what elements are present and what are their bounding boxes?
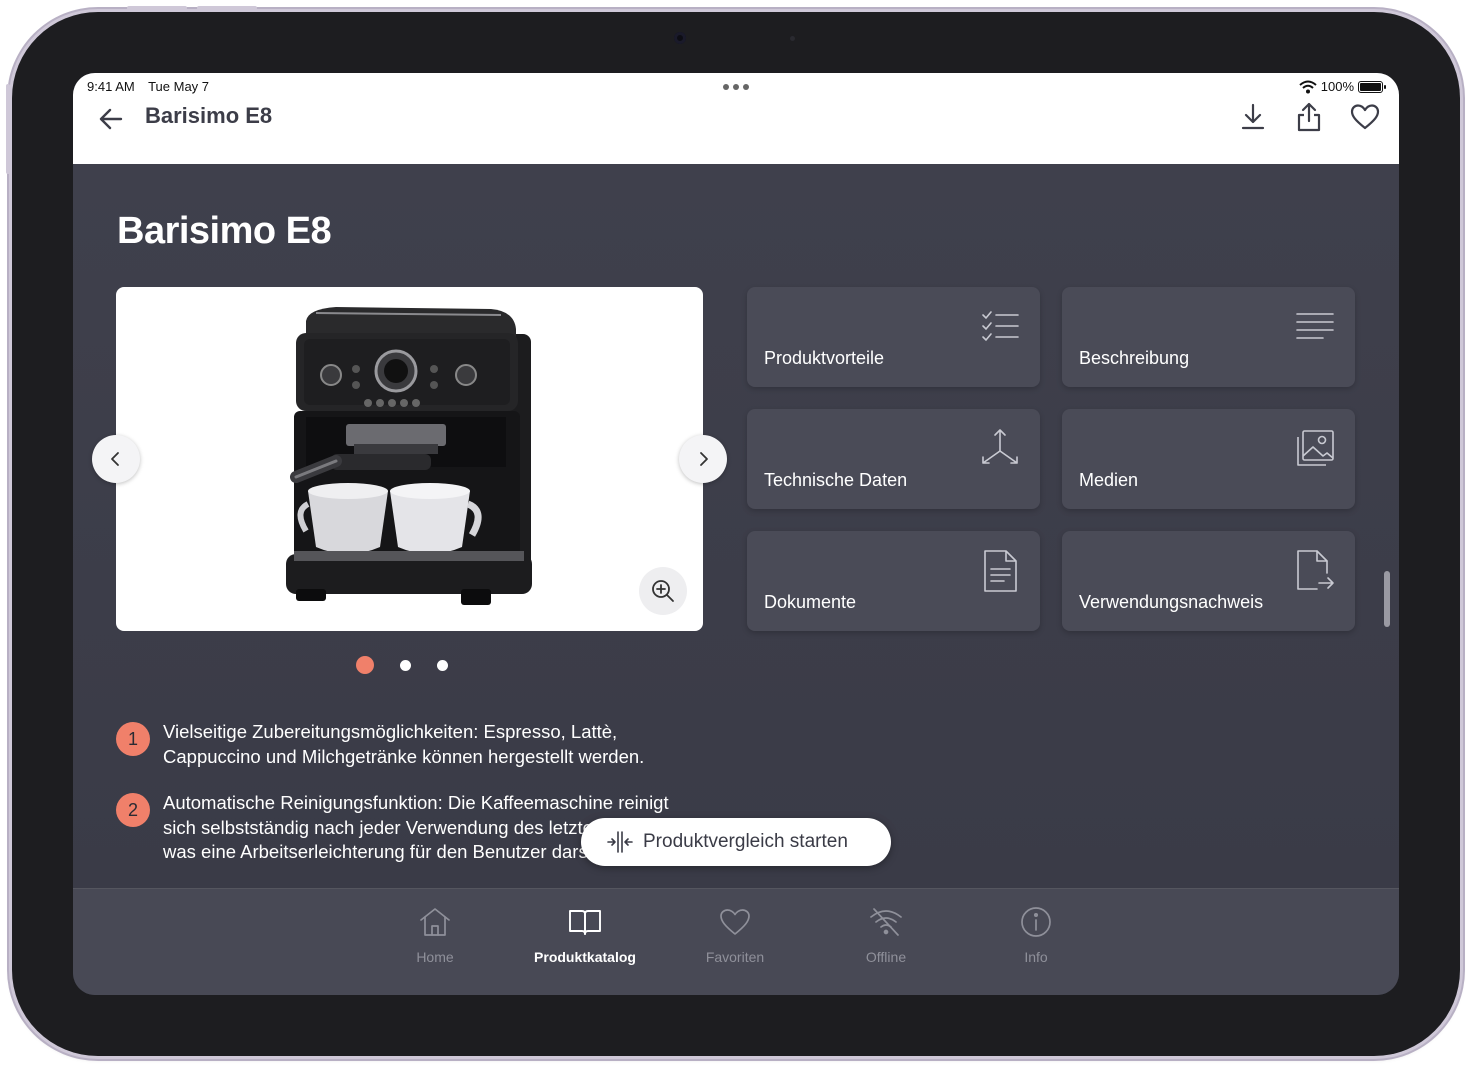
feature-item: 1 Vielseitige Zubereitungsmöglichkeiten:… <box>116 720 716 769</box>
info-icon <box>1021 907 1051 937</box>
nav-title: Barisimo E8 <box>145 103 273 128</box>
tile-technische-daten[interactable]: Technische Daten <box>747 409 1040 509</box>
compare-icon <box>607 831 633 853</box>
axes-3d-icon <box>982 429 1018 464</box>
pager-dot-2[interactable] <box>400 659 411 671</box>
tile-label: Beschreibung <box>1079 348 1190 368</box>
product-compare-button[interactable]: Produktvergleich starten <box>581 818 891 866</box>
section-tiles: Produktvorteile Beschreibung Technische … <box>747 287 1355 631</box>
bottom-tab-bar: Home Produktkatalog Favoriten Offline In… <box>73 888 1399 995</box>
tile-verwendungsnachweis[interactable]: Verwendungsnachweis <box>1062 531 1355 631</box>
carousel-pager <box>356 656 448 674</box>
carousel-next-button[interactable] <box>679 435 727 483</box>
tile-beschreibung[interactable]: Beschreibung <box>1062 287 1355 387</box>
feature-number-badge: 1 <box>116 722 150 756</box>
battery-icon <box>1358 80 1386 93</box>
top-bar: 9:41 AM Tue May 7 100% Barisimo E8 <box>73 73 1399 164</box>
tab-label: Home <box>416 949 454 965</box>
tab-info[interactable]: Info <box>971 905 1101 965</box>
share-icon[interactable] <box>1293 101 1325 133</box>
device-button <box>6 84 10 174</box>
espresso-machine-image <box>286 307 532 605</box>
tile-label: Verwendungsnachweis <box>1079 592 1264 612</box>
app-screen: 9:41 AM Tue May 7 100% Barisimo E8 Baris… <box>73 73 1399 995</box>
checklist-icon <box>982 311 1019 342</box>
chevron-left-icon <box>111 452 119 466</box>
document-export-icon <box>1297 550 1334 590</box>
tab-label: Offline <box>865 949 907 965</box>
tile-label: Produktvorteile <box>764 348 885 368</box>
content-area[interactable]: Barisimo E8 Produktvorteile Beschreibung… <box>73 164 1399 888</box>
wifi-icon <box>1299 80 1317 93</box>
pager-dot-3[interactable] <box>437 659 448 671</box>
tab-label: Favoriten <box>705 949 765 965</box>
status-time: 9:41 AM <box>87 79 135 94</box>
device-button <box>127 6 187 10</box>
chevron-right-icon <box>700 452 708 466</box>
tab-label: Info <box>1024 949 1048 965</box>
scrollbar-indicator[interactable] <box>1384 571 1390 627</box>
media-gallery-icon <box>1297 430 1334 466</box>
wifi-off-icon <box>870 908 902 936</box>
front-camera <box>674 32 686 44</box>
tab-produktkatalog[interactable]: Produktkatalog <box>520 905 650 965</box>
book-icon <box>569 910 601 935</box>
document-icon <box>984 550 1017 592</box>
carousel-prev-button[interactable] <box>92 435 140 483</box>
tile-medien[interactable]: Medien <box>1062 409 1355 509</box>
zoom-in-icon <box>652 580 674 602</box>
text-lines-icon <box>1296 313 1334 339</box>
home-icon <box>420 908 450 936</box>
product-image-carousel[interactable] <box>92 287 727 631</box>
status-bar-right: 100% <box>1299 79 1386 94</box>
multitasking-dots-icon[interactable] <box>723 84 749 90</box>
device-button <box>197 6 257 10</box>
zoom-button[interactable] <box>639 567 687 615</box>
status-bar-left: 9:41 AM Tue May 7 <box>87 79 219 94</box>
tab-home[interactable]: Home <box>370 905 500 965</box>
nav-actions <box>1237 101 1381 133</box>
download-icon[interactable] <box>1237 101 1269 133</box>
feature-text: Vielseitige Zubereitungsmöglichkeiten: E… <box>163 721 645 767</box>
tile-label: Technische Daten <box>764 470 908 490</box>
page-title: Barisimo E8 <box>117 210 332 252</box>
tab-favoriten[interactable]: Favoriten <box>670 905 800 965</box>
status-date: Tue May 7 <box>148 79 210 94</box>
battery-percent: 100% <box>1320 79 1354 94</box>
back-arrow-icon[interactable] <box>97 105 125 133</box>
tab-label: Produktkatalog <box>534 949 636 965</box>
tile-label: Medien <box>1079 470 1139 490</box>
heart-icon[interactable] <box>1349 101 1381 133</box>
tile-dokumente[interactable]: Dokumente <box>747 531 1040 631</box>
tile-produktvorteile[interactable]: Produktvorteile <box>747 287 1040 387</box>
feature-number-badge: 2 <box>116 793 150 827</box>
pager-dot-1[interactable] <box>356 656 374 674</box>
light-sensor <box>790 36 795 41</box>
tab-offline[interactable]: Offline <box>821 905 951 965</box>
heart-icon <box>720 909 750 935</box>
tile-label: Dokumente <box>764 592 857 612</box>
compare-label: Produktvergleich starten <box>643 831 848 852</box>
